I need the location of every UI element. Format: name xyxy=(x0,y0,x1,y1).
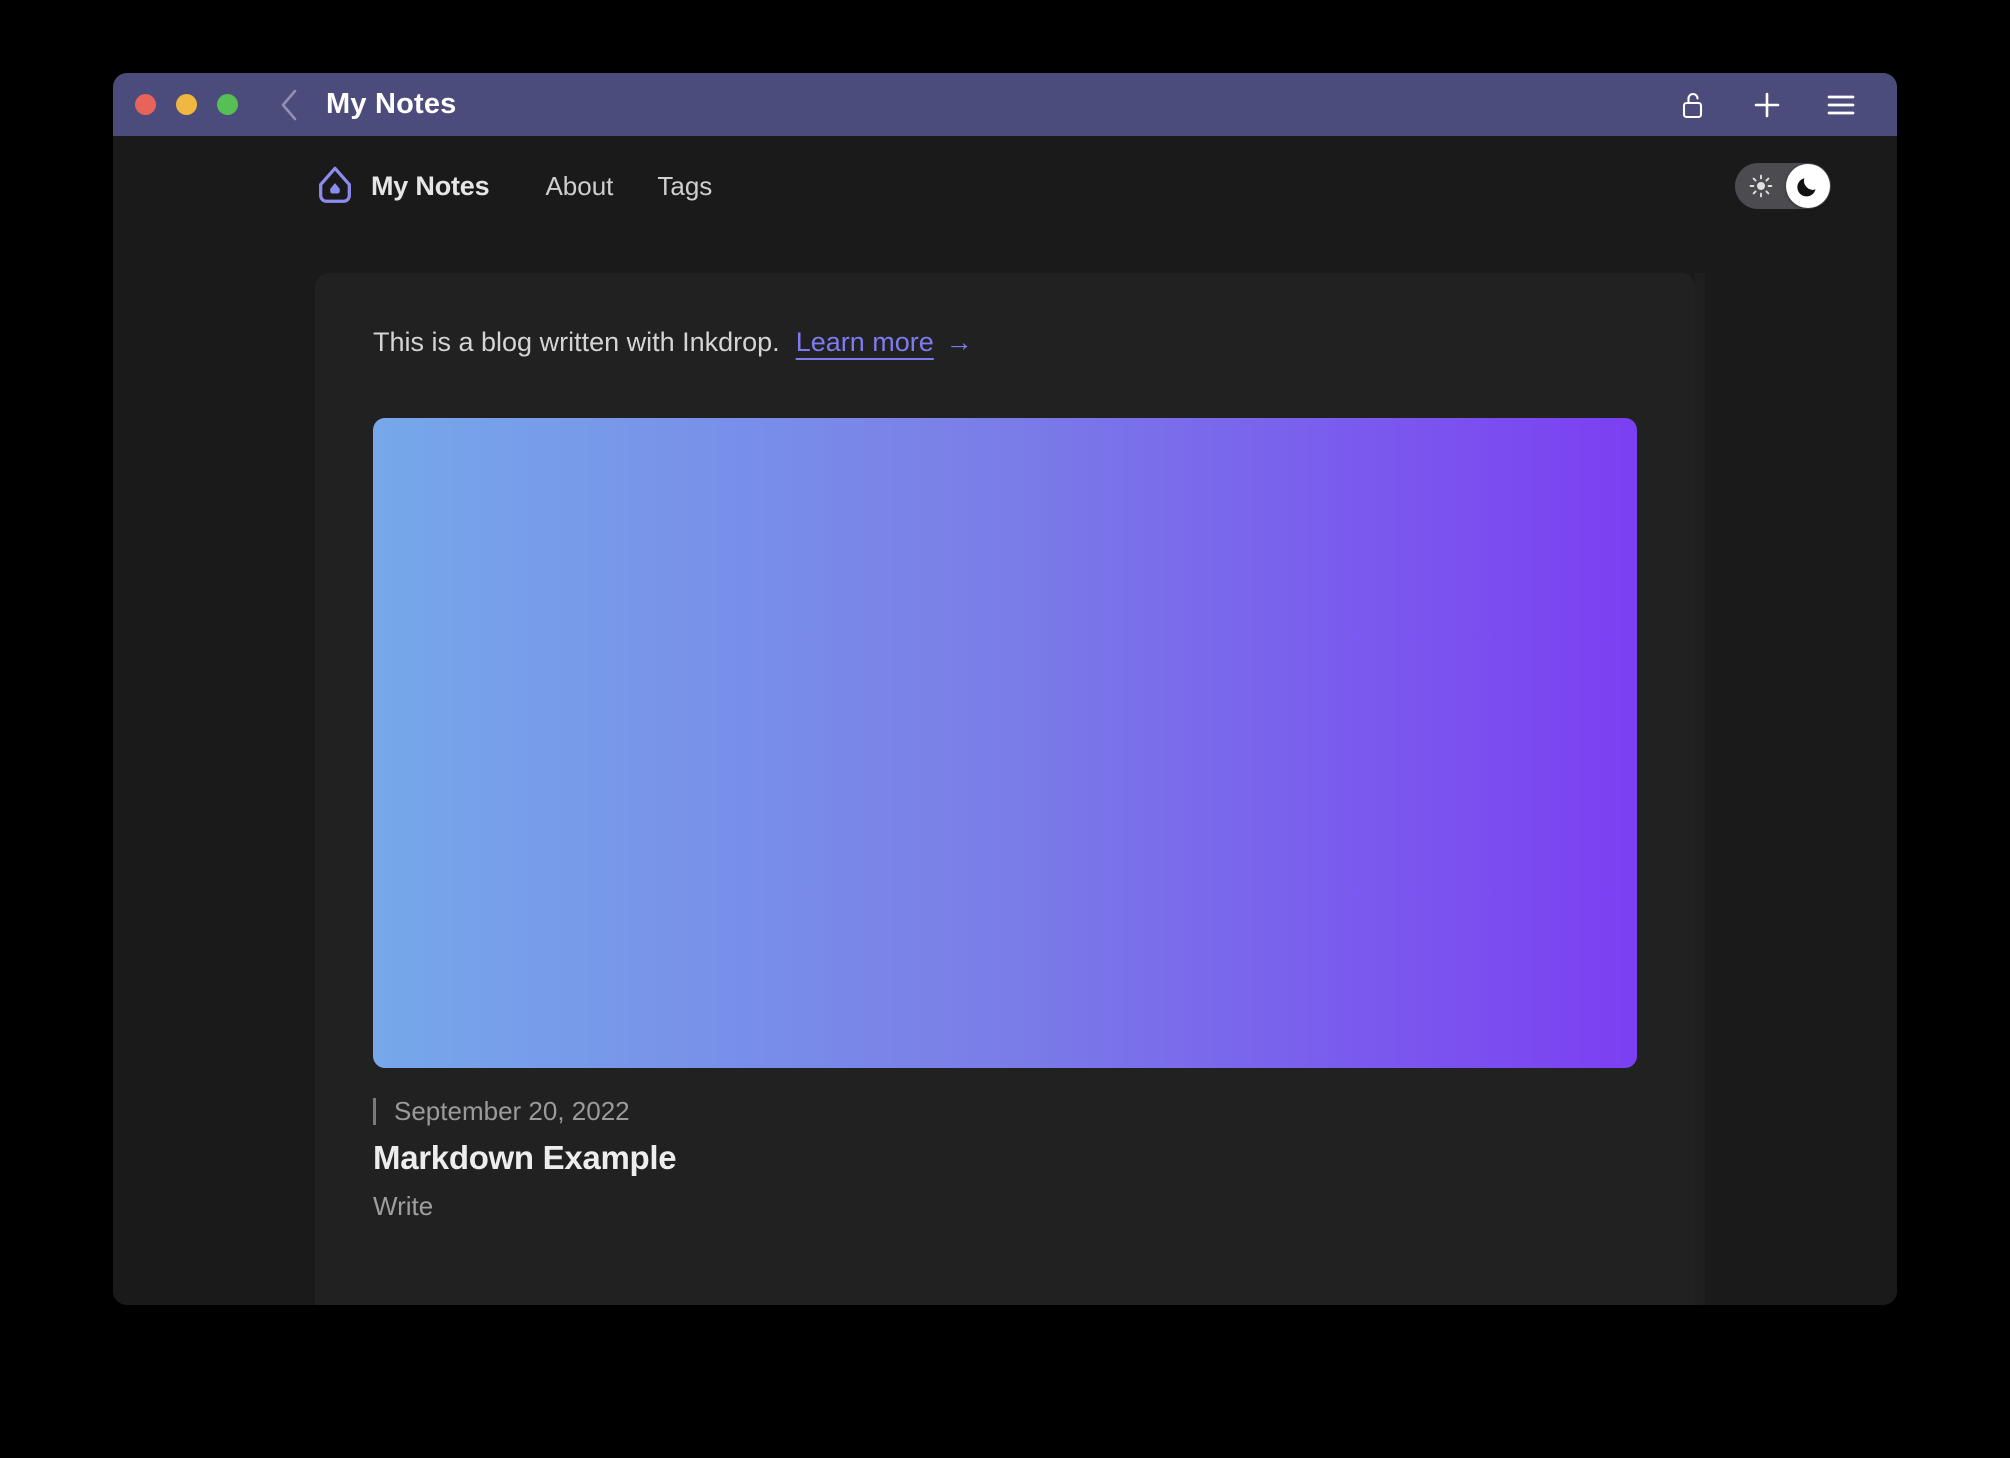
window-title: My Notes xyxy=(326,88,457,120)
app-window: My Notes My Notes About Tags This is a b… xyxy=(113,73,1897,1305)
post-date: September 20, 2022 xyxy=(394,1096,630,1126)
sun-icon xyxy=(1749,174,1773,198)
post-title[interactable]: Markdown Example xyxy=(373,1139,1637,1177)
scroll-gutter[interactable] xyxy=(1695,273,1705,1305)
blog-notice: This is a blog written with Inkdrop. Lea… xyxy=(347,301,1663,368)
nav-link-tags[interactable]: Tags xyxy=(635,171,734,202)
zoom-window-button[interactable] xyxy=(217,94,238,115)
back-chevron-icon[interactable] xyxy=(274,86,304,124)
minimize-window-button[interactable] xyxy=(176,94,197,115)
webview-content: My Notes About Tags This is a blog writt… xyxy=(113,136,1897,1305)
blog-notice-text: This is a blog written with Inkdrop. xyxy=(373,327,780,357)
post-excerpt: Write xyxy=(373,1191,434,1221)
nav-link-about[interactable]: About xyxy=(523,171,635,202)
unlock-icon[interactable] xyxy=(1675,87,1711,123)
learn-more-link[interactable]: Learn more xyxy=(796,327,934,358)
post-list-card: This is a blog written with Inkdrop. Lea… xyxy=(315,273,1695,1305)
date-marker-bar xyxy=(373,1098,376,1125)
hamburger-menu-icon[interactable] xyxy=(1823,87,1859,123)
post-list-item[interactable]: September 20, 2022 Markdown Example Writ… xyxy=(373,1096,1637,1222)
moon-icon xyxy=(1786,164,1830,208)
post-hero-image[interactable] xyxy=(373,418,1637,1068)
arrow-right-icon: → xyxy=(945,327,973,357)
brand-name: My Notes xyxy=(371,170,490,201)
titlebar-actions xyxy=(1675,87,1897,123)
brand-home-link[interactable]: My Notes xyxy=(315,165,490,207)
plus-icon[interactable] xyxy=(1749,87,1785,123)
traffic-lights xyxy=(135,94,238,115)
window-titlebar: My Notes xyxy=(113,73,1897,136)
close-window-button[interactable] xyxy=(135,94,156,115)
theme-toggle[interactable] xyxy=(1735,163,1831,209)
site-navbar: My Notes About Tags xyxy=(113,136,1897,236)
inkdrop-logo-icon xyxy=(319,166,351,203)
post-date-row: September 20, 2022 xyxy=(373,1096,1637,1127)
